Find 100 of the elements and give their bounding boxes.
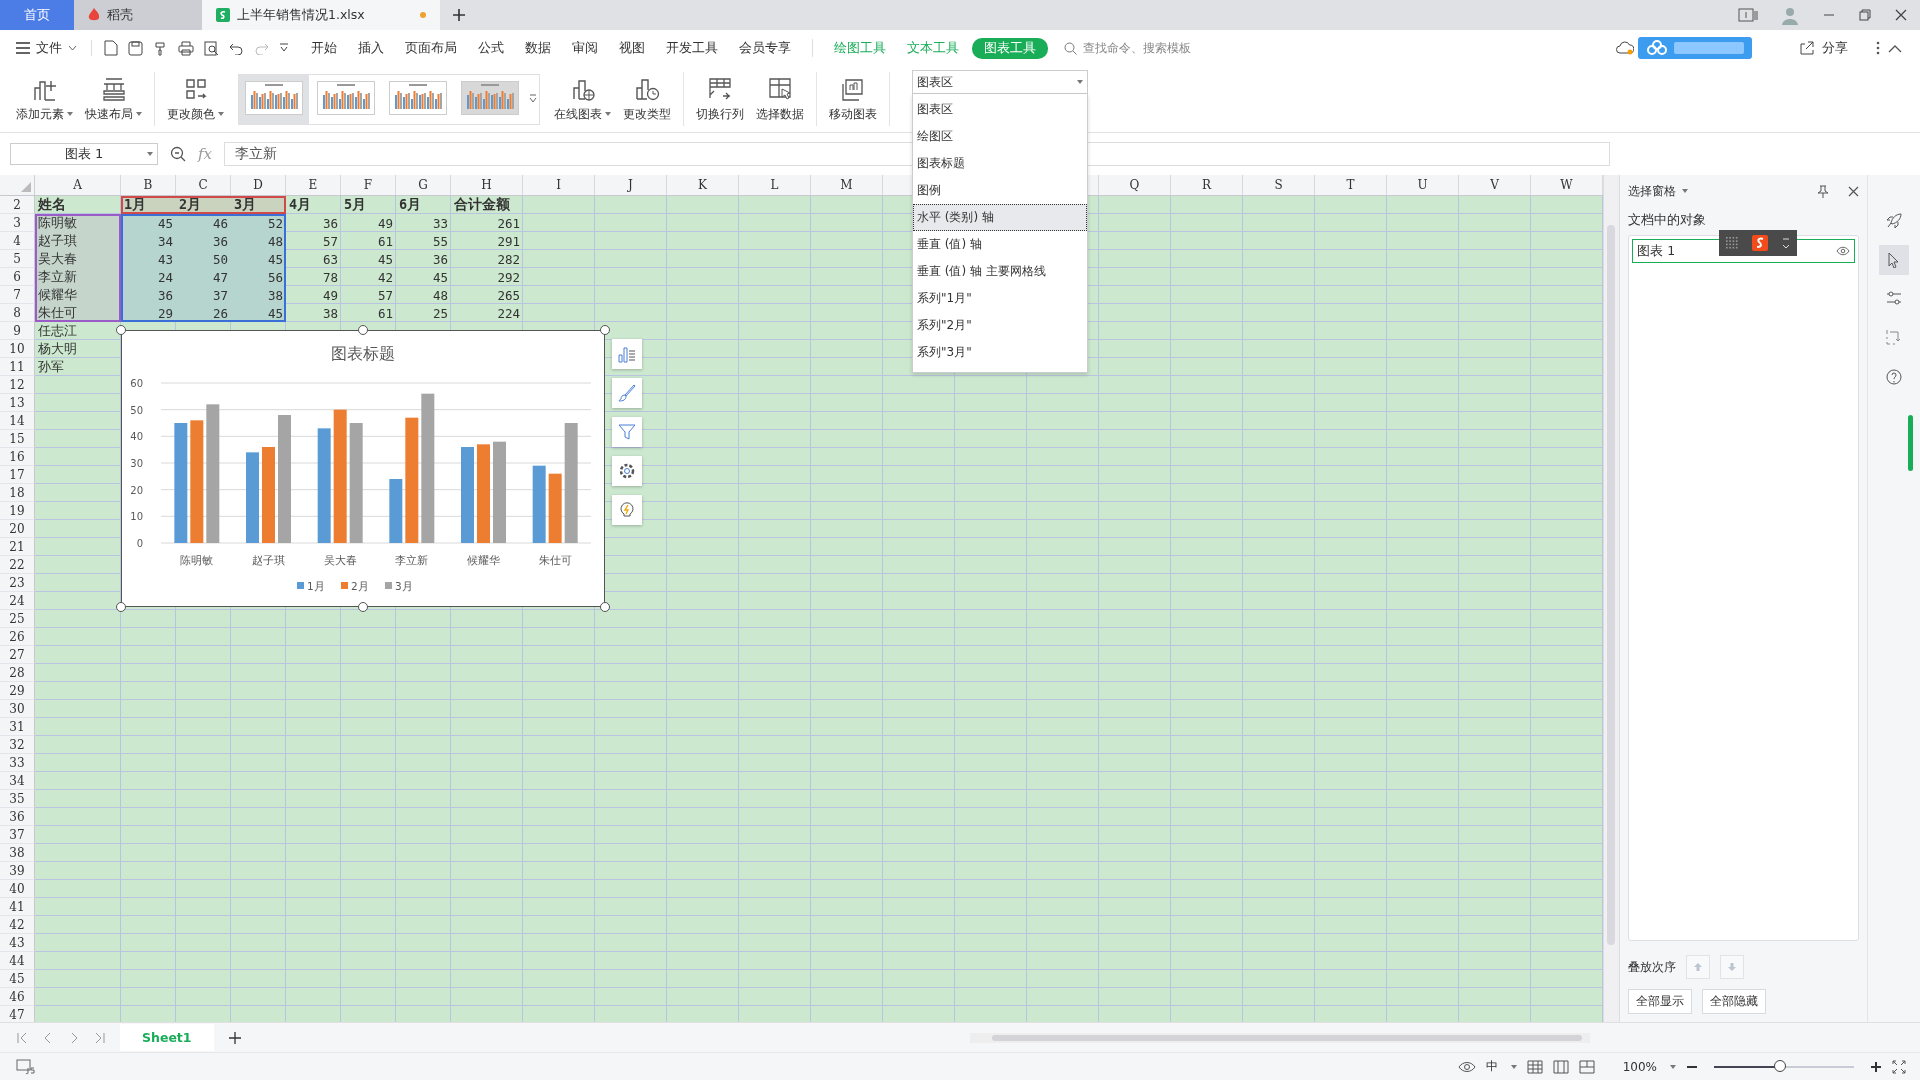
row-header[interactable]: 37 (0, 826, 35, 844)
row-header[interactable]: 29 (0, 682, 35, 700)
menu-tab[interactable]: 插入 (358, 37, 384, 59)
column-header[interactable]: T (1315, 175, 1387, 195)
row-header[interactable]: 41 (0, 898, 35, 916)
column-header[interactable]: V (1459, 175, 1531, 195)
menu-tab[interactable]: 公式 (478, 37, 504, 59)
menu-tab[interactable]: 审阅 (572, 37, 598, 59)
row-header[interactable]: 2 (0, 196, 35, 214)
sliders-icon[interactable] (1886, 291, 1902, 305)
pin-icon[interactable] (1817, 184, 1830, 198)
row-header[interactable]: 4 (0, 232, 35, 250)
name-box[interactable]: 图表 1 (10, 143, 158, 165)
menu-tab[interactable]: 数据 (525, 37, 551, 59)
row-header[interactable]: 21 (0, 538, 35, 556)
column-header[interactable]: H (451, 175, 523, 195)
column-header[interactable]: R (1171, 175, 1243, 195)
row-header[interactable]: 39 (0, 862, 35, 880)
row-header[interactable]: 42 (0, 916, 35, 934)
row-header[interactable]: 3 (0, 214, 35, 232)
cloud-icon[interactable] (1616, 41, 1634, 55)
more-options-icon[interactable] (1876, 41, 1880, 55)
horizontal-scrollbar[interactable] (970, 1032, 1590, 1043)
row-header[interactable]: 8 (0, 304, 35, 322)
collapse-ribbon-icon[interactable] (1888, 43, 1902, 53)
row-header[interactable]: 5 (0, 250, 35, 268)
dropdown-option[interactable]: 水平 (类别) 轴 (913, 204, 1087, 231)
caret-icon[interactable] (1780, 236, 1791, 250)
page-layout-icon[interactable] (1552, 1059, 1569, 1074)
chart-area[interactable]: 图表标题 0 10 20 30 40 50 60 陈明敏 赵子琪 吴大春 李立新 候耀华 朱仕可 1月 2月 3月 (121, 330, 605, 607)
pane-title[interactable]: 选择窗格 (1628, 182, 1677, 200)
column-header[interactable]: M (811, 175, 883, 195)
normal-view-icon[interactable] (1526, 1059, 1543, 1074)
chart-tips-button[interactable] (612, 495, 642, 525)
save-icon[interactable] (128, 40, 143, 56)
close-icon[interactable] (1894, 8, 1908, 22)
row-header[interactable]: 11 (0, 358, 35, 376)
close-icon[interactable] (1848, 185, 1860, 197)
file-menu[interactable]: 文件 (16, 39, 77, 57)
row-header[interactable]: 25 (0, 610, 35, 628)
row-header[interactable]: 7 (0, 286, 35, 304)
more-styles-icon[interactable] (529, 94, 537, 104)
row-header[interactable]: 16 (0, 448, 35, 466)
column-header[interactable]: G (396, 175, 451, 195)
ime-toolbar[interactable] (1719, 230, 1798, 256)
row-header[interactable]: 17 (0, 466, 35, 484)
row-header[interactable]: 28 (0, 664, 35, 682)
ribbon-button[interactable]: 移动图表 (823, 75, 883, 123)
row-header[interactable]: 23 (0, 574, 35, 592)
row-header[interactable]: 46 (0, 988, 35, 1006)
dropdown-option[interactable]: 系列"2月" (913, 312, 1087, 339)
dropdown-option[interactable]: 垂直 (值) 轴 主要网格线 (913, 258, 1087, 285)
column-header[interactable]: A (35, 175, 121, 195)
column-header[interactable]: I (523, 175, 595, 195)
row-header[interactable]: 24 (0, 592, 35, 610)
ribbon-button[interactable]: 在线图表 (548, 75, 617, 123)
column-header[interactable]: J (595, 175, 667, 195)
dropdown-option[interactable]: 垂直 (值) 轴 (913, 231, 1087, 258)
ribbon-button[interactable]: 更改类型 (617, 75, 677, 123)
ribbon-button[interactable]: 添加元素 (10, 75, 79, 123)
resize-handle[interactable] (358, 325, 368, 335)
chart-style-button[interactable] (612, 378, 642, 408)
dropdown-option[interactable]: 图表区 (913, 96, 1087, 123)
row-header[interactable]: 44 (0, 952, 35, 970)
column-header[interactable]: F (341, 175, 396, 195)
column-header[interactable]: S (1243, 175, 1315, 195)
input-mode-button[interactable]: 中 (1485, 1058, 1498, 1075)
row-header[interactable]: 9 (0, 322, 35, 340)
row-header[interactable]: 15 (0, 430, 35, 448)
add-sheet-icon[interactable] (227, 1030, 242, 1045)
row-header[interactable]: 47 (0, 1006, 35, 1022)
dropdown-option[interactable]: 图表标题 (913, 150, 1087, 177)
ribbon-button[interactable]: 快速布局 (79, 75, 148, 123)
keypad-icon[interactable] (1725, 236, 1740, 250)
last-sheet-icon[interactable] (94, 1031, 106, 1044)
dropdown-option[interactable]: 系列"1月" (913, 285, 1087, 312)
row-header[interactable]: 27 (0, 646, 35, 664)
chart-settings-button[interactable] (612, 456, 642, 486)
macro-icon[interactable] (16, 1058, 36, 1075)
row-header[interactable]: 34 (0, 772, 35, 790)
format-painter-icon[interactable] (153, 40, 168, 56)
chart-style-thumbnail[interactable] (239, 74, 309, 124)
menu-tab[interactable]: 开发工具 (666, 37, 718, 59)
page-break-icon[interactable] (1578, 1059, 1595, 1074)
fullscreen-icon[interactable] (1892, 1059, 1906, 1074)
document-tab[interactable]: 上半年销售情况1.xlsx (202, 0, 440, 30)
resize-handle[interactable] (116, 325, 126, 335)
ribbon-button[interactable]: 切换行列 (690, 75, 750, 123)
row-header[interactable]: 31 (0, 718, 35, 736)
document-tab[interactable]: 首页 (0, 0, 74, 30)
help-icon[interactable] (1886, 369, 1902, 385)
row-header[interactable]: 36 (0, 808, 35, 826)
new-tab-icon[interactable] (452, 8, 466, 22)
share-button[interactable]: 分享 (1822, 39, 1848, 57)
row-header[interactable]: 22 (0, 556, 35, 574)
ribbon-button[interactable]: 更改颜色 (161, 75, 230, 123)
eye-icon[interactable] (1457, 1060, 1476, 1073)
upload-badge[interactable] (1638, 37, 1752, 59)
menu-tab[interactable]: 页面布局 (405, 37, 457, 59)
row-header[interactable]: 35 (0, 790, 35, 808)
